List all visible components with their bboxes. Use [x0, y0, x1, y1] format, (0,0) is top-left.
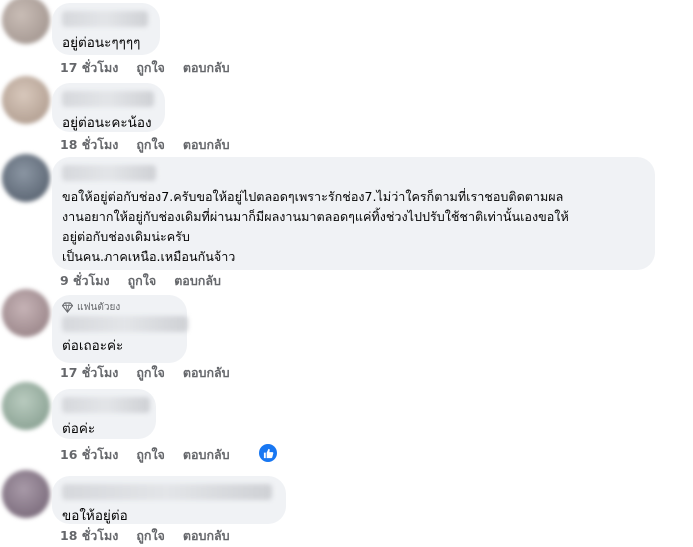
comment-actions: 17 ชั่วโมง ถูกใจ ตอบกลับ	[60, 364, 230, 382]
commenter-name-blurred[interactable]	[62, 484, 272, 500]
comment-text: ต่อค่ะ	[62, 421, 96, 437]
comment-actions: 18 ชั่วโมง ถูกใจ ตอบกลับ	[60, 136, 230, 154]
comment-text: ขอให้อยู่ต่อกับช่อง7.ครับขอให้อยู่ไปตลอด…	[62, 189, 569, 264]
like-link[interactable]: ถูกใจ	[136, 363, 165, 383]
like-link[interactable]: ถูกใจ	[136, 135, 165, 155]
commenter-name-blurred[interactable]	[62, 316, 188, 332]
like-link[interactable]: ถูกใจ	[136, 526, 165, 546]
reply-link[interactable]: ตอบกลับ	[183, 445, 230, 465]
diamond-icon	[62, 301, 73, 313]
comment-text: อยู่ต่อนะคะน้อง	[62, 115, 152, 131]
comment-text: ขอให้อยู่ต่อ	[62, 508, 128, 524]
comment-bubble: อยู่ต่อนะคะน้อง	[52, 83, 165, 132]
comment-time[interactable]: 9 ชั่วโมง	[60, 271, 110, 291]
avatar[interactable]	[2, 289, 50, 337]
comment-bubble: ต่อค่ะ	[52, 389, 156, 439]
like-link[interactable]: ถูกใจ	[136, 445, 165, 465]
thumbs-up-icon	[263, 448, 273, 458]
comment-bubble: ขอให้อยู่ต่อกับช่อง7.ครับขอให้อยู่ไปตลอด…	[52, 157, 655, 270]
comment-time[interactable]: 16 ชั่วโมง	[60, 445, 118, 465]
like-icon[interactable]	[259, 444, 277, 462]
comment-text: ต่อเถอะค่ะ	[62, 338, 124, 354]
comment-actions: 16 ชั่วโมง ถูกใจ ตอบกลับ	[60, 446, 230, 464]
top-fan-badge: แฟนตัวยง	[62, 301, 175, 313]
comment-time[interactable]: 17 ชั่วโมง	[60, 58, 118, 78]
avatar[interactable]	[2, 0, 50, 44]
badge-label: แฟนตัวยง	[77, 301, 121, 313]
comment-bubble: อยู่ต่อนะๆๆๆๆ	[52, 3, 160, 55]
reply-link[interactable]: ตอบกลับ	[183, 363, 230, 383]
comment-text: อยู่ต่อนะๆๆๆๆ	[62, 35, 141, 51]
like-link[interactable]: ถูกใจ	[128, 271, 157, 291]
comment-time[interactable]: 18 ชั่วโมง	[60, 135, 118, 155]
commenter-name-blurred[interactable]	[62, 11, 148, 27]
comment-actions: 18 ชั่วโมง ถูกใจ ตอบกลับ	[60, 527, 230, 545]
commenter-name-blurred[interactable]	[62, 397, 150, 413]
avatar[interactable]	[2, 76, 50, 124]
comment-actions: 9 ชั่วโมง ถูกใจ ตอบกลับ	[60, 272, 221, 290]
comment-bubble: แฟนตัวยง ต่อเถอะค่ะ	[52, 295, 188, 363]
avatar[interactable]	[2, 382, 50, 430]
comment-actions: 17 ชั่วโมง ถูกใจ ตอบกลับ	[60, 59, 230, 77]
avatar[interactable]	[2, 470, 50, 518]
like-link[interactable]: ถูกใจ	[136, 58, 165, 78]
comment-time[interactable]: 18 ชั่วโมง	[60, 526, 118, 546]
comment-bubble: ขอให้อยู่ต่อ	[52, 476, 286, 524]
reply-link[interactable]: ตอบกลับ	[183, 526, 230, 546]
commenter-name-blurred[interactable]	[62, 91, 154, 107]
avatar[interactable]	[2, 154, 50, 202]
reply-link[interactable]: ตอบกลับ	[174, 271, 221, 291]
reply-link[interactable]: ตอบกลับ	[183, 135, 230, 155]
reply-link[interactable]: ตอบกลับ	[183, 58, 230, 78]
comment-time[interactable]: 17 ชั่วโมง	[60, 363, 118, 383]
commenter-name-blurred[interactable]	[62, 165, 156, 181]
